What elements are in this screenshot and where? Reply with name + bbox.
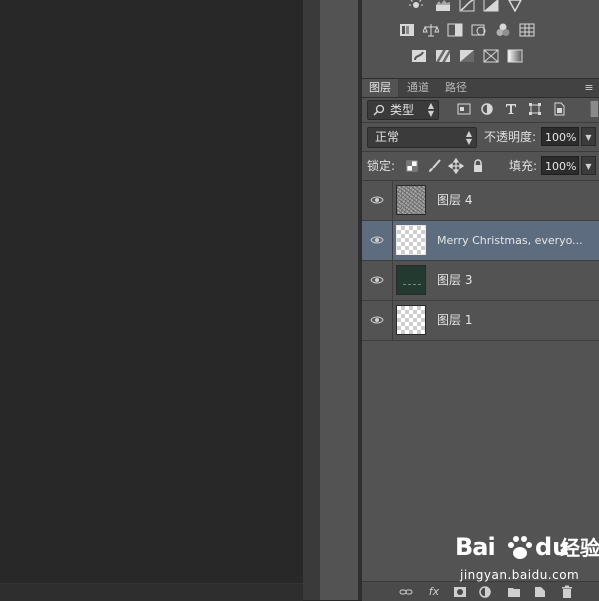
search-icon [372,103,386,117]
visibility-toggle[interactable] [362,301,393,340]
curves-icon[interactable] [459,0,475,12]
invert-icon[interactable] [411,49,427,63]
black-white-icon[interactable] [447,23,463,37]
layer-thumbnail [396,225,426,255]
eye-icon [370,276,384,284]
visibility-toggle[interactable] [362,181,393,220]
layer-thumbnail [396,185,426,215]
visibility-toggle[interactable] [362,221,393,260]
fx-icon[interactable]: fx [426,584,442,600]
opacity-label: 不透明度: [484,130,537,144]
threshold-icon[interactable] [459,49,475,63]
eye-icon [370,236,384,244]
posterize-icon[interactable] [435,49,451,63]
layer-thumbnail [396,305,426,335]
tab-layers[interactable]: 图层 [362,79,398,97]
document-canvas[interactable] [0,0,303,600]
hue-saturation-icon[interactable] [399,23,415,37]
paw-icon [505,534,535,562]
photo-filter-icon[interactable] [471,23,487,37]
adjustments-row-1 [362,0,599,16]
layers-list: 图层 4 Merry Christmas, everyo... 图层 3 图层 … [362,181,599,341]
blend-mode-select[interactable]: 正常 ▲ ▼ [367,127,477,148]
levels-icon[interactable] [435,0,451,12]
opacity-slider-button[interactable]: ▼ [581,127,596,146]
filter-label: 类型 [390,103,415,117]
pixel-layer-filter-icon[interactable] [456,101,472,117]
updown-arrows-icon: ▲ ▼ [465,129,472,146]
layer-row[interactable]: 图层 4 [362,181,599,221]
link-layers-icon[interactable] [398,584,414,600]
layer-thumbnail [396,265,426,295]
exposure-icon[interactable] [483,0,499,12]
panel-gutter [303,0,320,600]
vibrance-icon[interactable] [507,0,523,12]
adjustment-layer-filter-icon[interactable] [479,101,495,117]
layer-name[interactable]: 图层 4 [437,181,597,220]
layer-filter-select[interactable]: 类型 ▲ ▼ [367,100,439,120]
smart-object-filter-icon[interactable] [551,101,567,117]
fill-slider-button[interactable]: ▼ [581,156,596,175]
collapsed-panel-dock [320,0,358,600]
adjustments-row-2 [362,20,599,42]
lock-label: 锁定: [367,159,396,173]
filter-toggle-switch[interactable] [590,101,598,117]
color-balance-icon[interactable] [423,23,439,37]
eye-icon [370,316,384,324]
tab-channels[interactable]: 通道 [400,79,436,97]
shape-layer-filter-icon[interactable] [527,101,543,117]
canvas-status-bar [0,583,303,601]
channel-mixer-icon[interactable] [495,23,511,37]
divider [362,122,599,123]
layer-row-selected[interactable]: Merry Christmas, everyo... [362,221,599,261]
layer-name[interactable]: Merry Christmas, everyo... [437,221,597,260]
lock-all-icon[interactable] [470,158,486,174]
layer-name[interactable]: 图层 3 [437,261,597,300]
tab-paths[interactable]: 路径 [438,79,474,97]
blend-mode-value: 正常 [375,130,400,144]
watermark-url: jingyan.baidu.com [460,568,580,582]
baidu-jingyan-watermark: Bai du 经验 jingyan.baidu.com [455,532,599,592]
layers-panel-group: 图层 通道 路径 ≡ 类型 ▲ ▼ 正常 ▲ ▼ 不透明度: 100% ▼ 锁定: [362,0,599,601]
watermark-jingyan: 经验 [560,536,599,560]
layer-row[interactable]: 图层 1 [362,301,599,341]
color-lookup-icon[interactable] [519,23,535,37]
adjustments-row-3 [362,46,599,68]
lock-transparent-pixels-icon[interactable] [404,158,420,174]
gradient-map-icon[interactable] [507,49,523,63]
visibility-toggle[interactable] [362,261,393,300]
watermark-bai: Bai [455,533,496,561]
layer-row[interactable]: 图层 3 [362,261,599,301]
layers-tab-bar: 图层 通道 路径 ≡ [362,78,599,98]
type-layer-filter-icon[interactable] [503,101,519,117]
brightness-contrast-icon[interactable] [408,0,424,12]
layer-name[interactable]: 图层 1 [437,301,597,340]
updown-arrows-icon: ▲ ▼ [427,101,434,118]
lock-position-icon[interactable] [447,157,465,175]
opacity-input[interactable]: 100% [541,127,579,146]
eye-icon [370,196,384,204]
fill-label: 填充: [509,159,538,173]
panel-menu-icon[interactable]: ≡ [582,81,596,95]
fill-input[interactable]: 100% [541,156,579,175]
selective-color-icon[interactable] [483,49,499,63]
divider [362,151,599,152]
lock-image-pixels-icon[interactable] [426,158,442,174]
